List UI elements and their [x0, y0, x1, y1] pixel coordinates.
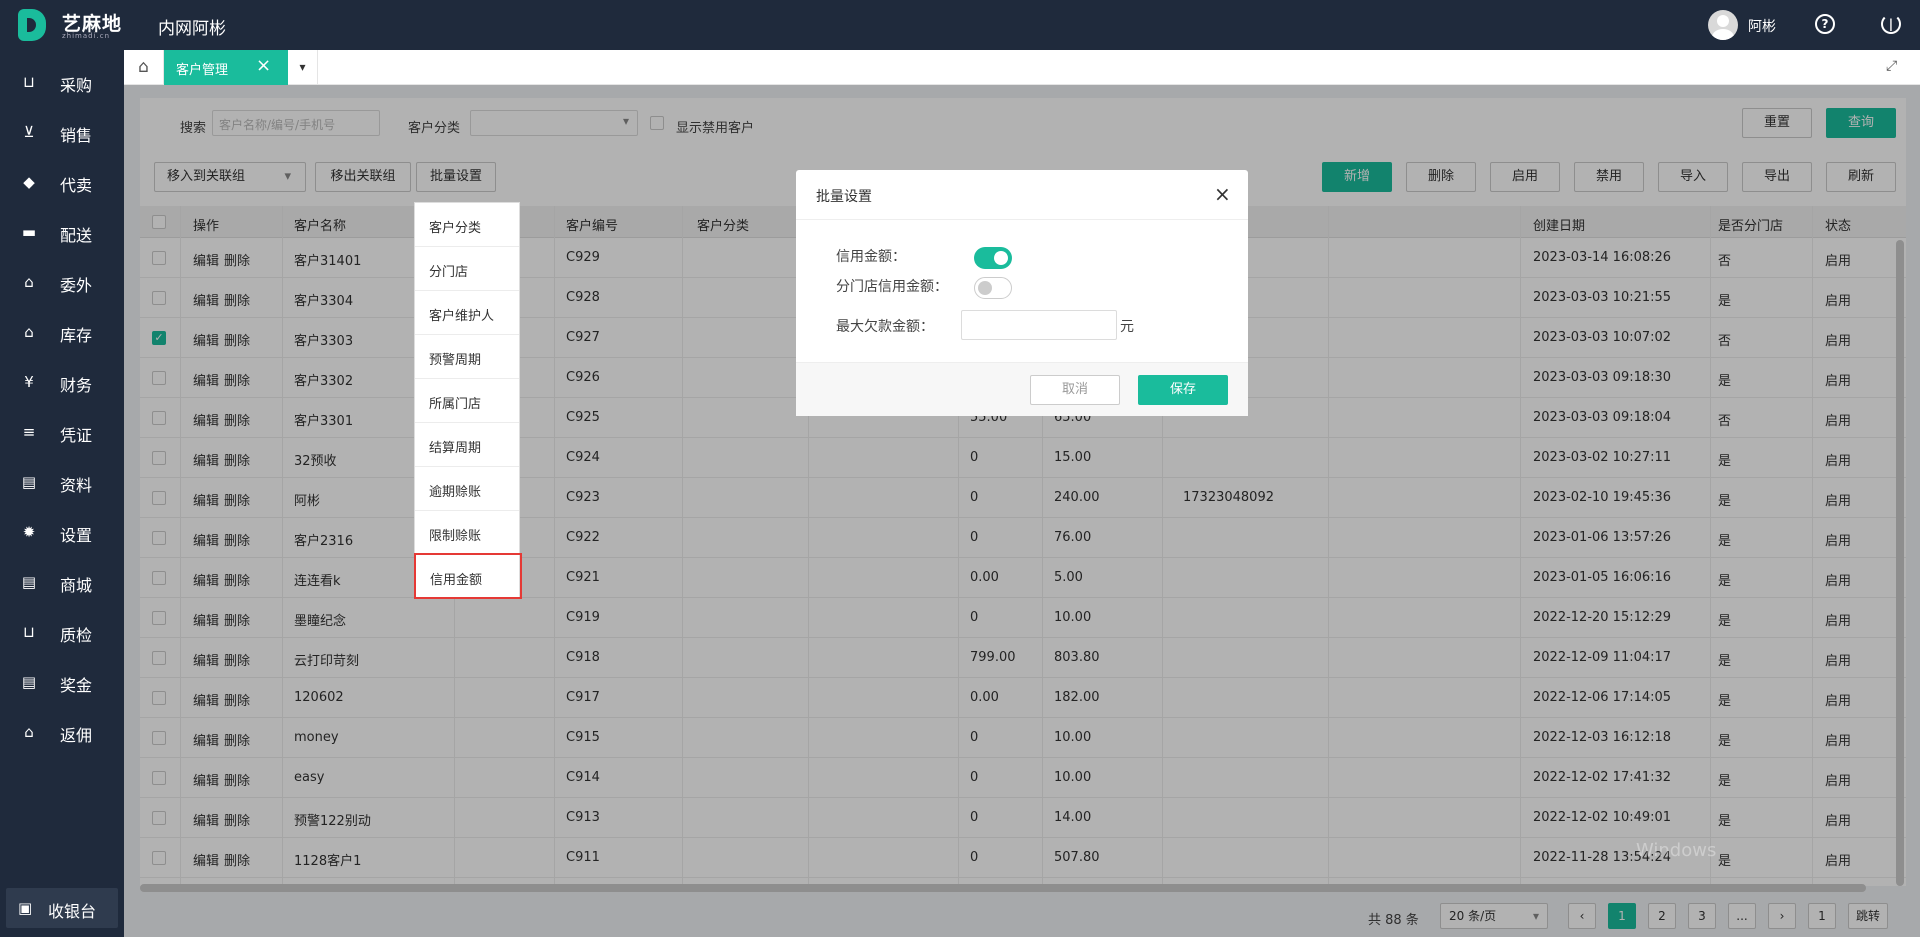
- logo-icon: [18, 9, 46, 41]
- close-icon[interactable]: ×: [256, 55, 271, 76]
- chevron-down-icon[interactable]: ▾: [288, 50, 318, 85]
- database-icon: ▤: [21, 473, 37, 491]
- help-icon[interactable]: ?: [1815, 14, 1835, 34]
- logo-subtext: zhimadi.cn: [62, 32, 111, 40]
- menu-item-limit-credit[interactable]: 限制赊账: [415, 511, 519, 555]
- gear-icon: ✹: [22, 523, 36, 541]
- sidebar-item-outsource[interactable]: ⌂ 委外: [0, 258, 124, 308]
- credit-amount-toggle[interactable]: [974, 247, 1012, 269]
- commission-icon: ⌂: [24, 723, 34, 741]
- cashier-icon: ▣: [18, 899, 33, 917]
- dialog-footer: 取消 保存: [796, 362, 1248, 416]
- tab-customer-management[interactable]: 客户管理 ×: [164, 50, 288, 85]
- cashier-button[interactable]: ▣ 收银台: [6, 888, 118, 928]
- batch-settings-dialog: 批量设置 × 信用金额： 分门店信用金额： 最大欠款金额： 元 取消 保存: [796, 170, 1248, 416]
- cart-icon: ⊻: [23, 123, 35, 141]
- sidebar-item-consignment[interactable]: ◆ 代卖: [0, 158, 124, 208]
- voucher-icon: ≡: [22, 423, 36, 441]
- store-name: 内网阿彬: [158, 19, 226, 39]
- fullscreen-icon[interactable]: ⤢: [1886, 58, 1897, 74]
- menu-item-warning-period[interactable]: 预警周期: [415, 335, 519, 379]
- currency-unit: 元: [1120, 319, 1134, 335]
- basket-icon: ⊔: [23, 73, 35, 91]
- sidebar-item-voucher[interactable]: ≡ 凭证: [0, 408, 124, 458]
- warehouse-icon: ⌂: [24, 323, 34, 341]
- menu-item-maintainer[interactable]: 客户维护人: [415, 291, 519, 335]
- sidebar-item-finance[interactable]: ¥ 财务: [0, 358, 124, 408]
- inspect-icon: ⊔: [23, 623, 35, 641]
- sidebar-item-settings[interactable]: ✹ 设置: [0, 508, 124, 558]
- avatar[interactable]: [1708, 10, 1738, 40]
- max-debt-input[interactable]: [961, 310, 1117, 340]
- cancel-button[interactable]: 取消: [1030, 375, 1120, 405]
- sidebar-item-bonus[interactable]: ▤ 奖金: [0, 658, 124, 708]
- truck-icon: ▬: [21, 223, 37, 241]
- batch-settings-menu: 客户分类 分门店 客户维护人 预警周期 所属门店 结算周期 逾期赊账 限制赊账 …: [414, 202, 522, 599]
- sidebar-item-inspection[interactable]: ⊔ 质检: [0, 608, 124, 658]
- max-debt-label: 最大欠款金额：: [836, 319, 934, 335]
- sidebar-item-inventory[interactable]: ⌂ 库存: [0, 308, 124, 358]
- menu-item-credit-amount[interactable]: 信用金额: [414, 553, 522, 599]
- sidebar-item-commission[interactable]: ⌂ 返佣: [0, 708, 124, 758]
- yen-icon: ¥: [24, 373, 34, 391]
- building-icon: ⌂: [24, 273, 34, 291]
- sidebar: ⊔ 采购 ⊻ 销售 ◆ 代卖 ▬ 配送 ⌂ 委外 ⌂ 库存 ¥ 财务 ≡ 凭证 ▤ 资料 ✹ 设置 …: [0, 50, 124, 937]
- save-button[interactable]: 保存: [1138, 375, 1228, 405]
- top-bar: 艺麻地 zhimadi.cn 内网阿彬 阿彬 ? |: [0, 0, 1920, 50]
- bonus-icon: ▤: [21, 673, 37, 691]
- sidebar-item-sales[interactable]: ⊻ 销售: [0, 108, 124, 158]
- menu-item-settlement-period[interactable]: 结算周期: [415, 423, 519, 467]
- user-name[interactable]: 阿彬: [1748, 16, 1776, 36]
- sidebar-item-data[interactable]: ▤ 资料: [0, 458, 124, 508]
- branch-credit-label: 分门店信用金额：: [836, 279, 948, 295]
- sidebar-item-mall[interactable]: ▤ 商城: [0, 558, 124, 608]
- activation-watermark: Windows: [1636, 840, 1717, 861]
- menu-item-store[interactable]: 所属门店: [415, 379, 519, 423]
- power-icon[interactable]: |: [1881, 14, 1901, 34]
- dialog-title: 批量设置: [816, 189, 872, 205]
- tag-icon: ◆: [23, 173, 35, 191]
- sidebar-item-purchase[interactable]: ⊔ 采购: [0, 58, 124, 108]
- tab-bar: ⌂ 客户管理 × ▾ ⤢: [124, 50, 1920, 85]
- menu-item-branch[interactable]: 分门店: [415, 247, 519, 291]
- menu-item-customer-category[interactable]: 客户分类: [415, 203, 519, 247]
- credit-amount-label: 信用金额：: [836, 249, 906, 265]
- dialog-header: 批量设置 ×: [796, 170, 1248, 220]
- sidebar-item-delivery[interactable]: ▬ 配送: [0, 208, 124, 258]
- menu-item-overdue-credit[interactable]: 逾期赊账: [415, 467, 519, 511]
- close-icon[interactable]: ×: [1214, 182, 1231, 206]
- branch-credit-toggle[interactable]: [974, 277, 1012, 299]
- home-icon[interactable]: ⌂: [124, 50, 164, 85]
- shop-icon: ▤: [21, 573, 37, 591]
